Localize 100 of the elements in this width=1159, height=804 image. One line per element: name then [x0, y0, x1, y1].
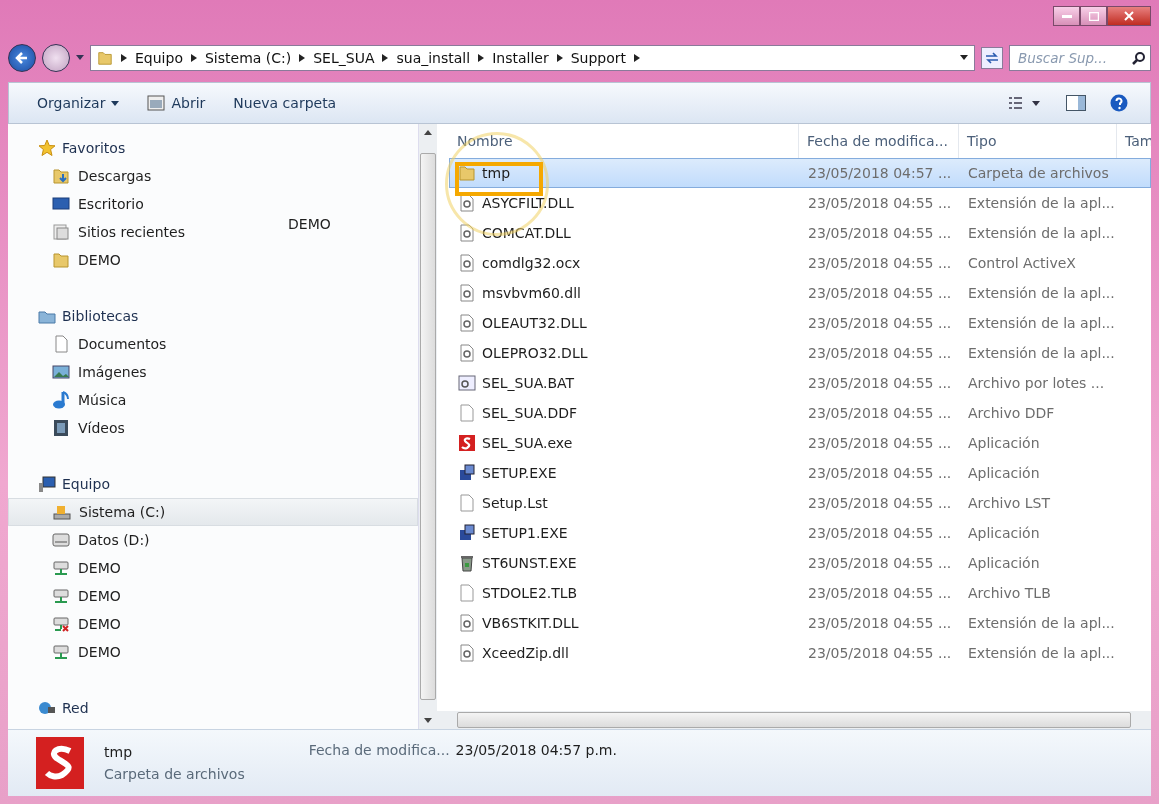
- blank-file-icon: [458, 404, 476, 422]
- file-row[interactable]: Setup.Lst 23/05/2018 04:55 ... Archivo LST: [449, 488, 1151, 518]
- sidebar-item[interactable]: DEMO: [8, 610, 129, 638]
- sidebar-item[interactable]: DEMO: [8, 638, 129, 666]
- type-cell-text: Archivo DDF: [967, 405, 1056, 421]
- file-name: STDOLE2.TLB: [482, 585, 578, 601]
- recent-places-icon: [52, 223, 70, 241]
- view-options-icon[interactable]: [1008, 96, 1042, 110]
- file-row[interactable]: msvbvm60.dll 23/05/2018 04:55 ... Extensión de la apl...: [449, 278, 1151, 308]
- file-name: msvbvm60.dll: [482, 285, 581, 301]
- sidebar-item[interactable]: Documentos: [8, 330, 175, 358]
- file-row[interactable]: SEL_SUA.BAT 23/05/2018 04:55 ... Archivo por lotes ...: [449, 368, 1151, 398]
- gear-file-icon: [458, 224, 476, 242]
- file-row[interactable]: SEL_SUA.DDF 23/05/2018 04:55 ... Archivo DDF: [449, 398, 1151, 428]
- file-row[interactable]: tmp 23/05/2018 04:57 ... Carpeta de archivos: [449, 158, 1151, 188]
- picture-icon: [52, 363, 70, 381]
- breadcrumb[interactable]: Equipo: [135, 50, 183, 66]
- gear-file-icon: [458, 344, 476, 362]
- disconnected-drive-icon: [52, 615, 70, 633]
- address-bar[interactable]: Equipo Sistema (C:) SEL_SUA sua_install Installer Support: [90, 45, 975, 71]
- sidebar-item[interactable]: Música: [8, 386, 135, 414]
- overlay-label: DEMO: [288, 216, 331, 232]
- sidebar-heading[interactable]: Bibliotecas: [62, 308, 139, 324]
- refresh-icon[interactable]: [981, 47, 1003, 69]
- type-cell-text: Extensión de la apl...: [967, 615, 1116, 631]
- vertical-scrollbar[interactable]: [418, 124, 437, 729]
- scroll-up-icon[interactable]: [424, 130, 432, 135]
- search-field[interactable]: Buscar Sup...: [1009, 45, 1151, 71]
- breadcrumb[interactable]: Support: [570, 50, 626, 66]
- horizontal-scrollbar[interactable]: [437, 711, 1151, 729]
- file-row[interactable]: SETUP.EXE 23/05/2018 04:55 ... Aplicación: [449, 458, 1151, 488]
- sidebar-heading[interactable]: Red: [62, 700, 89, 716]
- star-icon: [38, 139, 56, 157]
- scroll-down-icon[interactable]: [424, 718, 432, 723]
- maximize-icon: [1088, 11, 1099, 21]
- network-drive-icon: [52, 559, 70, 577]
- music-note-icon: [52, 391, 70, 409]
- file-row[interactable]: ST6UNST.EXE 23/05/2018 04:55 ... Aplicación: [449, 548, 1151, 578]
- file-name: SETUP.EXE: [482, 465, 557, 481]
- file-name: comdlg32.ocx: [482, 255, 581, 271]
- type-cell-text: Archivo TLB: [967, 585, 1052, 601]
- gear-file-icon: [458, 314, 476, 332]
- date-cell-text: 23/05/2018 04:57 ...: [807, 165, 953, 181]
- close-icon: [1124, 11, 1134, 21]
- file-row[interactable]: COMCAT.DLL 23/05/2018 04:55 ... Extensión de la apl...: [449, 218, 1151, 248]
- details-date-value: 23/05/2018 04:57 p.m.: [455, 742, 617, 758]
- network-drive-icon: [52, 643, 70, 661]
- file-name: ASYCFILT.DLL: [482, 195, 574, 211]
- breadcrumb[interactable]: SEL_SUA: [313, 50, 375, 66]
- sidebar-item[interactable]: DEMO: [8, 554, 129, 582]
- breadcrumb[interactable]: sua_install: [396, 50, 471, 66]
- date-cell-text: 23/05/2018 04:55 ...: [807, 525, 953, 541]
- file-row[interactable]: STDOLE2.TLB 23/05/2018 04:55 ... Archivo TLB: [449, 578, 1151, 608]
- sidebar-item[interactable]: Sistema (C:): [8, 498, 418, 526]
- close-button[interactable]: [1107, 6, 1151, 26]
- file-row[interactable]: OLEPRO32.DLL 23/05/2018 04:55 ... Extensión de la apl...: [449, 338, 1151, 368]
- sidebar-item[interactable]: Descargas: [8, 162, 160, 190]
- file-name: SETUP1.EXE: [482, 525, 568, 541]
- minimize-button[interactable]: [1053, 6, 1080, 26]
- sidebar-item[interactable]: Imágenes: [8, 358, 155, 386]
- maximize-button[interactable]: [1080, 6, 1107, 26]
- breadcrumb[interactable]: Sistema (C:): [204, 50, 292, 66]
- sidebar-heading[interactable]: Favoritos: [62, 140, 126, 156]
- sidebar-item[interactable]: Escritorio: [8, 190, 152, 218]
- folder-icon: [458, 164, 476, 182]
- new-folder-button[interactable]: Nueva carpeta: [227, 91, 343, 115]
- open-button[interactable]: Abrir: [141, 91, 212, 115]
- file-name: XceedZip.dll: [482, 645, 569, 661]
- sidebar-heading[interactable]: Equipo: [62, 476, 110, 492]
- file-row[interactable]: VB6STKIT.DLL 23/05/2018 04:55 ... Extensión de la apl...: [449, 608, 1151, 638]
- date-cell-text: 23/05/2018 04:55 ...: [807, 285, 953, 301]
- breadcrumb[interactable]: Installer: [492, 50, 549, 66]
- chevron-icon: [478, 54, 485, 62]
- document-icon: [52, 335, 70, 353]
- sidebar-item[interactable]: DEMO: [8, 246, 129, 274]
- dropdown-icon[interactable]: [960, 55, 968, 61]
- file-row[interactable]: comdlg32.ocx 23/05/2018 04:55 ... Control ActiveX: [449, 248, 1151, 278]
- help-icon[interactable]: [1110, 94, 1128, 112]
- sidebar-item[interactable]: DEMO: [8, 582, 129, 610]
- forward-button[interactable]: [42, 44, 70, 72]
- file-name: OLEAUT32.DLL: [482, 315, 587, 331]
- file-row[interactable]: OLEAUT32.DLL 23/05/2018 04:55 ... Extensión de la apl...: [449, 308, 1151, 338]
- file-row[interactable]: SETUP1.EXE 23/05/2018 04:55 ... Aplicación: [449, 518, 1151, 548]
- type-cell-text: Extensión de la apl...: [967, 225, 1116, 241]
- sidebar-item[interactable]: Vídeos: [8, 414, 133, 442]
- installer-icon: [458, 464, 476, 482]
- sidebar-item[interactable]: Sitios recientes: [8, 218, 193, 246]
- file-row[interactable]: SEL_SUA.exe 23/05/2018 04:55 ... Aplicación: [449, 428, 1151, 458]
- type-cell-text: Aplicación: [967, 525, 1041, 541]
- back-button[interactable]: [8, 44, 36, 72]
- type-cell-text: Aplicación: [967, 465, 1041, 481]
- file-row[interactable]: ASYCFILT.DLL 23/05/2018 04:55 ... Extensión de la apl...: [449, 188, 1151, 218]
- history-dropdown-icon[interactable]: [76, 55, 84, 61]
- preview-pane-icon[interactable]: [1066, 95, 1086, 111]
- search-icon[interactable]: [1132, 51, 1146, 65]
- date-cell-text: 23/05/2018 04:55 ...: [807, 405, 953, 421]
- organize-menu-button[interactable]: Organizar: [31, 91, 126, 115]
- file-row[interactable]: XceedZip.dll 23/05/2018 04:55 ... Extensión de la apl...: [449, 638, 1151, 668]
- s-logo-icon: [36, 737, 84, 789]
- sidebar-item[interactable]: Datos (D:): [8, 526, 158, 554]
